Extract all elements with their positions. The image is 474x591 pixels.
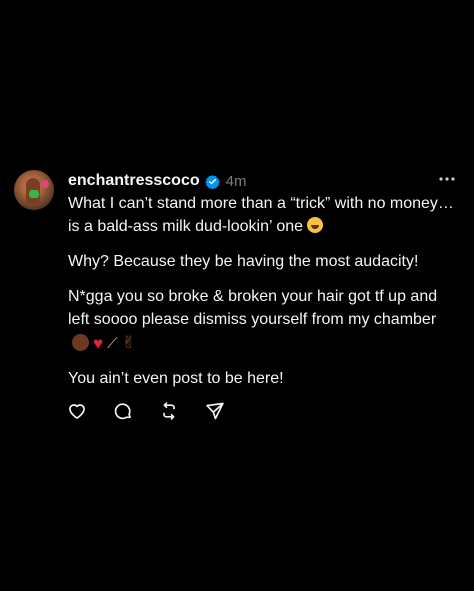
paragraph-text: Why? Because they be having the most aud… xyxy=(68,253,419,270)
more-options-icon[interactable] xyxy=(438,170,456,188)
username[interactable]: enchantresscoco xyxy=(68,172,200,190)
laughing-emoji-icon xyxy=(307,217,324,233)
bald-man-emoji-icon xyxy=(72,334,89,351)
share-icon[interactable] xyxy=(204,400,226,422)
paragraph-text: N*gga you so broke & broken your hair go… xyxy=(68,288,438,328)
action-bar xyxy=(66,400,250,422)
page: { "post": { "username": "enchantresscoco… xyxy=(0,0,474,591)
post-paragraph-1: What I can’t stand more than a “trick” w… xyxy=(68,192,456,238)
post-body: What I can’t stand more than a “trick” w… xyxy=(68,192,456,402)
broom-emoji-icon: ⟋ xyxy=(107,335,118,352)
post-paragraph-4: You ain’t even post to be here! xyxy=(68,367,456,390)
avatar[interactable] xyxy=(14,170,54,210)
post-timestamp: 4m xyxy=(225,172,247,190)
verified-badge-icon xyxy=(204,174,220,189)
avatar-suit xyxy=(29,190,39,198)
heart-icon[interactable] xyxy=(66,400,88,422)
post-paragraph-2: Why? Because they be having the most aud… xyxy=(68,250,456,273)
post-paragraph-3: N*gga you so broke & broken your hair go… xyxy=(68,285,456,355)
victory-hand-emoji-icon: ✌ xyxy=(121,333,136,352)
broken-heart-emoji-icon: ♥ xyxy=(93,334,104,353)
post-header: enchantresscoco 4m xyxy=(68,170,246,192)
comment-icon[interactable] xyxy=(112,400,134,422)
paragraph-text: You ain’t even post to be here! xyxy=(68,370,284,387)
avatar-flower xyxy=(41,180,49,188)
paragraph-text: What I can’t stand more than a “trick” w… xyxy=(68,195,454,235)
repost-icon[interactable] xyxy=(158,400,180,422)
